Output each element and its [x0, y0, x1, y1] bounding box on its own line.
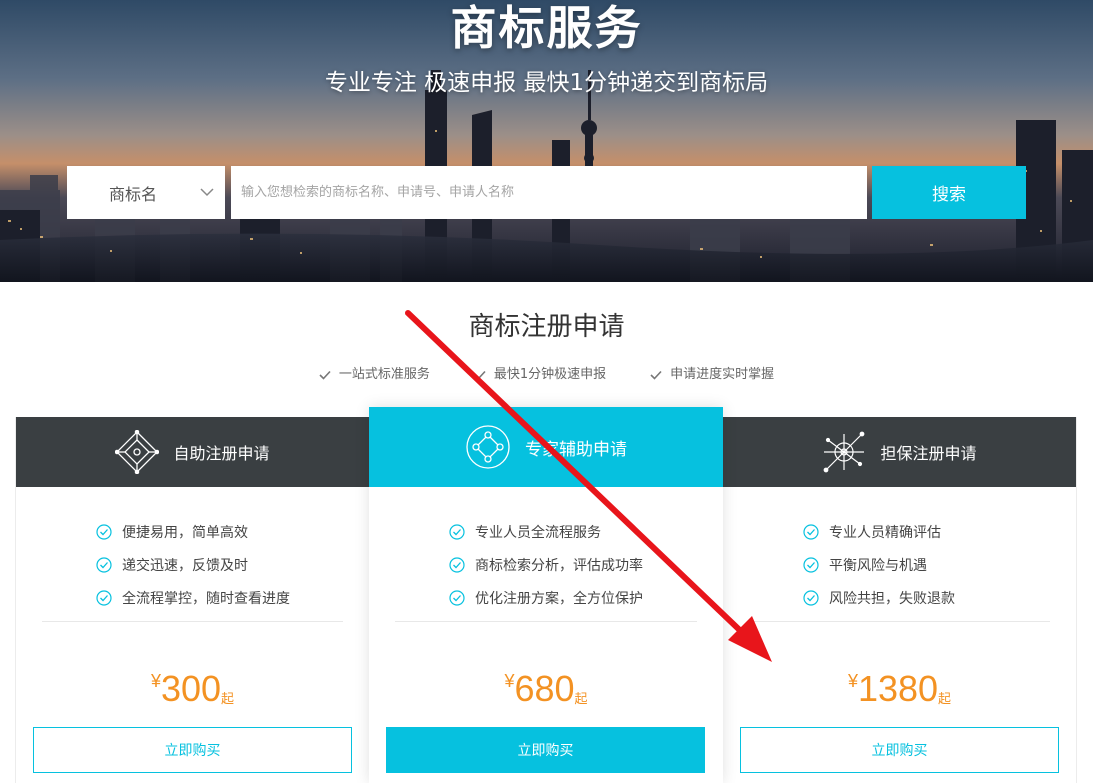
list-item: 平衡风险与机遇: [723, 548, 1076, 581]
card-divider: [749, 621, 1050, 622]
section-feature-label: 申请进度实时掌握: [670, 367, 775, 382]
circle-check-icon: [449, 589, 465, 606]
buy-now-button[interactable]: 立即购买: [386, 727, 705, 773]
card-divider: [395, 621, 697, 622]
list-item: 递交迅速，反馈及时: [16, 548, 369, 581]
section-features: 一站式标准服务 最快1分钟极速申报 申请进度实时掌握: [0, 365, 1093, 385]
card-divider: [42, 621, 343, 622]
price-currency: ¥: [150, 671, 161, 691]
list-item: 专业人员精确评估: [723, 515, 1076, 548]
check-icon: [319, 370, 331, 380]
price-amount: 680: [514, 668, 575, 709]
section-feature-item: 申请进度实时掌握: [650, 365, 774, 385]
price-currency: ¥: [847, 671, 858, 691]
price-amount: 1380: [857, 668, 939, 709]
feature-text: 递交迅速，反馈及时: [122, 557, 248, 574]
card-feature-list: 专业人员全流程服务 商标检索分析，评估成功率 优化注册方案，全方位保护: [369, 515, 723, 614]
feature-text: 全流程掌控，随时查看进度: [122, 590, 290, 607]
card-price: ¥300起: [16, 669, 369, 709]
hero-banner: 商标服务 专业专注 极速申报 最快1分钟递交到商标局 商标名 搜索: [0, 0, 1093, 282]
card-feature-list: 便捷易用，简单高效 递交迅速，反馈及时 全流程掌控，随时查看进度: [16, 515, 369, 614]
chevron-down-icon: [200, 188, 214, 197]
feature-text: 优化注册方案，全方位保护: [475, 590, 643, 607]
section-feature-label: 一站式标准服务: [338, 367, 430, 382]
card-price: ¥680起: [369, 669, 723, 709]
price-suffix: 起: [938, 691, 952, 706]
list-item: 全流程掌控，随时查看进度: [16, 581, 369, 614]
hero-subtitle: 专业专注 极速申报 最快1分钟递交到商标局: [324, 70, 769, 96]
feature-text: 专业人员精确评估: [829, 524, 941, 541]
feature-text: 平衡风险与机遇: [829, 557, 927, 574]
circle-check-icon: [449, 523, 465, 540]
card-price: ¥1380起: [723, 669, 1076, 709]
crossed-network-icon: [824, 431, 865, 473]
circle-check-icon: [803, 523, 819, 540]
circle-check-icon: [803, 556, 819, 573]
diamond-network-icon: [115, 430, 160, 474]
search-input[interactable]: [231, 166, 867, 219]
circle-check-icon: [96, 589, 112, 606]
buy-now-button[interactable]: 立即购买: [740, 727, 1059, 773]
section-feature-item: 一站式标准服务: [319, 365, 430, 385]
feature-text: 专业人员全流程服务: [475, 524, 601, 541]
pricing-card-guaranteed: 担保注册申请 专业人员精确评估 平衡风险与机遇 风险共担，失败退款 ¥1380起…: [723, 417, 1077, 783]
check-icon: [474, 370, 486, 380]
list-item: 商标检索分析，评估成功率: [369, 548, 723, 581]
section-feature-item: 最快1分钟极速申报: [474, 365, 606, 385]
circle-check-icon: [96, 556, 112, 573]
card-feature-list: 专业人员精确评估 平衡风险与机遇 风险共担，失败退款: [723, 515, 1076, 614]
feature-text: 便捷易用，简单高效: [122, 524, 248, 541]
list-item: 便捷易用，简单高效: [16, 515, 369, 548]
card-title: 自助注册申请: [173, 444, 270, 463]
check-icon: [650, 370, 662, 380]
pricing-card-expert-assisted: 专家辅助申请 专业人员全流程服务 商标检索分析，评估成功率 优化注册方案，全方位…: [369, 407, 723, 783]
search-button[interactable]: 搜索: [872, 166, 1026, 219]
circle-check-icon: [96, 523, 112, 540]
search-type-select[interactable]: 商标名: [67, 166, 225, 219]
card-header: 专家辅助申请: [369, 407, 723, 487]
feature-text: 商标检索分析，评估成功率: [475, 557, 643, 574]
pricing-card-self-service: 自助注册申请 便捷易用，简单高效 递交迅速，反馈及时 全流程掌控，随时查看进度 …: [15, 417, 369, 783]
buy-now-button[interactable]: 立即购买: [33, 727, 352, 773]
hero-title: 商标服务: [450, 1, 643, 55]
card-title: 专家辅助申请: [525, 439, 627, 460]
card-header: 自助注册申请: [16, 417, 369, 487]
feature-text: 风险共担，失败退款: [829, 590, 955, 607]
list-item: 优化注册方案，全方位保护: [369, 581, 723, 614]
price-suffix: 起: [221, 691, 235, 706]
price-suffix: 起: [574, 691, 588, 706]
price-currency: ¥: [504, 671, 515, 691]
list-item: 专业人员全流程服务: [369, 515, 723, 548]
section-title: 商标注册申请: [468, 312, 625, 342]
circle-check-icon: [449, 556, 465, 573]
search-type-label: 商标名: [109, 184, 158, 204]
circle-nodes-icon: [466, 425, 510, 469]
list-item: 风险共担，失败退款: [723, 581, 1076, 614]
card-title: 担保注册申请: [880, 444, 977, 463]
card-header: 担保注册申请: [723, 417, 1076, 487]
price-amount: 300: [160, 668, 222, 709]
circle-check-icon: [803, 589, 819, 606]
section-feature-label: 最快1分钟极速申报: [493, 367, 607, 382]
